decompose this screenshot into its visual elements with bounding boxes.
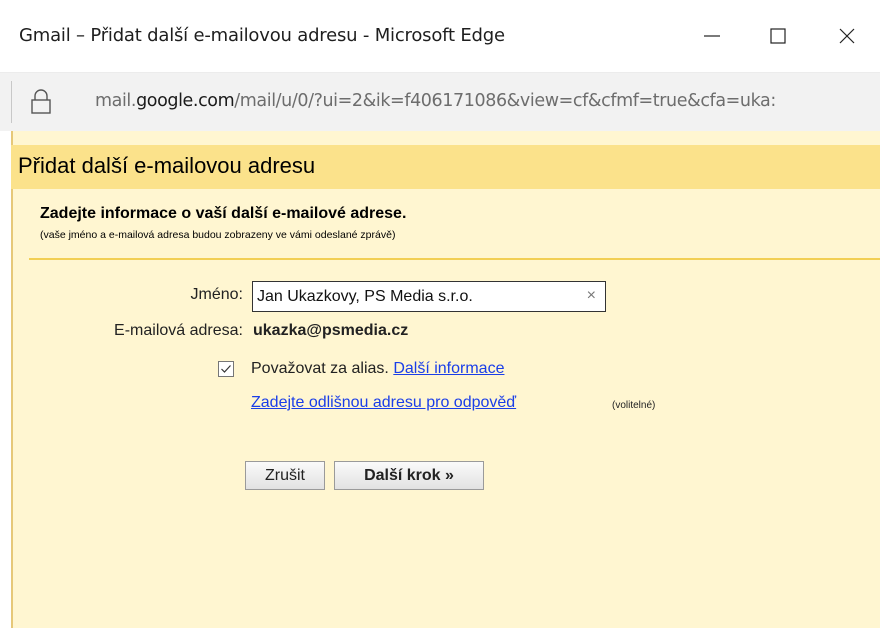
checkmark-icon [221,365,231,373]
name-field[interactable]: × [252,281,606,312]
dialog-subnote: (vaše jméno a e-mailová adresa budou zob… [40,229,396,241]
window-titlebar: Gmail – Přidat další e-mailovou adresu -… [0,0,880,73]
alias-label: Považovat za alias. [251,360,389,377]
address-bar-divider [11,81,12,123]
email-label: E-mailová adresa: [114,322,243,339]
optional-note: (volitelné) [612,400,656,411]
dialog-separator [29,258,880,260]
reply-address-link[interactable]: Zadejte odlišnou adresu pro odpověď [251,394,516,412]
window-title: Gmail – Přidat další e-mailovou adresu -… [19,25,505,46]
minimize-button[interactable] [683,0,743,72]
dialog-left-border [11,131,13,628]
dialog-subtitle: Zadejte informace o vaší další e-mailové… [40,205,407,222]
url-prefix: mail. [95,91,137,111]
url-text[interactable]: mail.google.com/mail/u/0/?ui=2&ik=f40617… [95,91,776,111]
clear-input-icon[interactable]: × [587,287,596,305]
name-input[interactable] [257,284,577,309]
close-icon [839,28,855,44]
minimize-icon [704,35,720,37]
close-button[interactable] [818,0,878,72]
alias-checkbox[interactable] [218,361,234,377]
url-path: /mail/u/0/?ui=2&ik=f406171086&view=cf&cf… [234,91,776,111]
add-email-dialog: Přidat další e-mailovou adresu Zadejte i… [11,131,880,628]
dialog-title: Přidat další e-mailovou adresu [18,153,316,178]
next-step-button[interactable]: Další krok » [334,461,484,490]
name-label: Jméno: [190,286,243,303]
dialog-header: Přidat další e-mailovou adresu [11,145,880,189]
maximize-icon [770,28,786,44]
address-bar[interactable]: mail.google.com/mail/u/0/?ui=2&ik=f40617… [0,73,880,131]
more-info-link[interactable]: Další informace [393,360,504,377]
email-value: ukazka@psmedia.cz [253,322,409,339]
lock-icon [31,89,51,114]
url-domain: google.com [136,91,235,111]
cancel-button[interactable]: Zrušit [245,461,325,490]
alias-row: Považovat za alias. Další informace [251,360,504,378]
maximize-button[interactable] [749,0,809,72]
